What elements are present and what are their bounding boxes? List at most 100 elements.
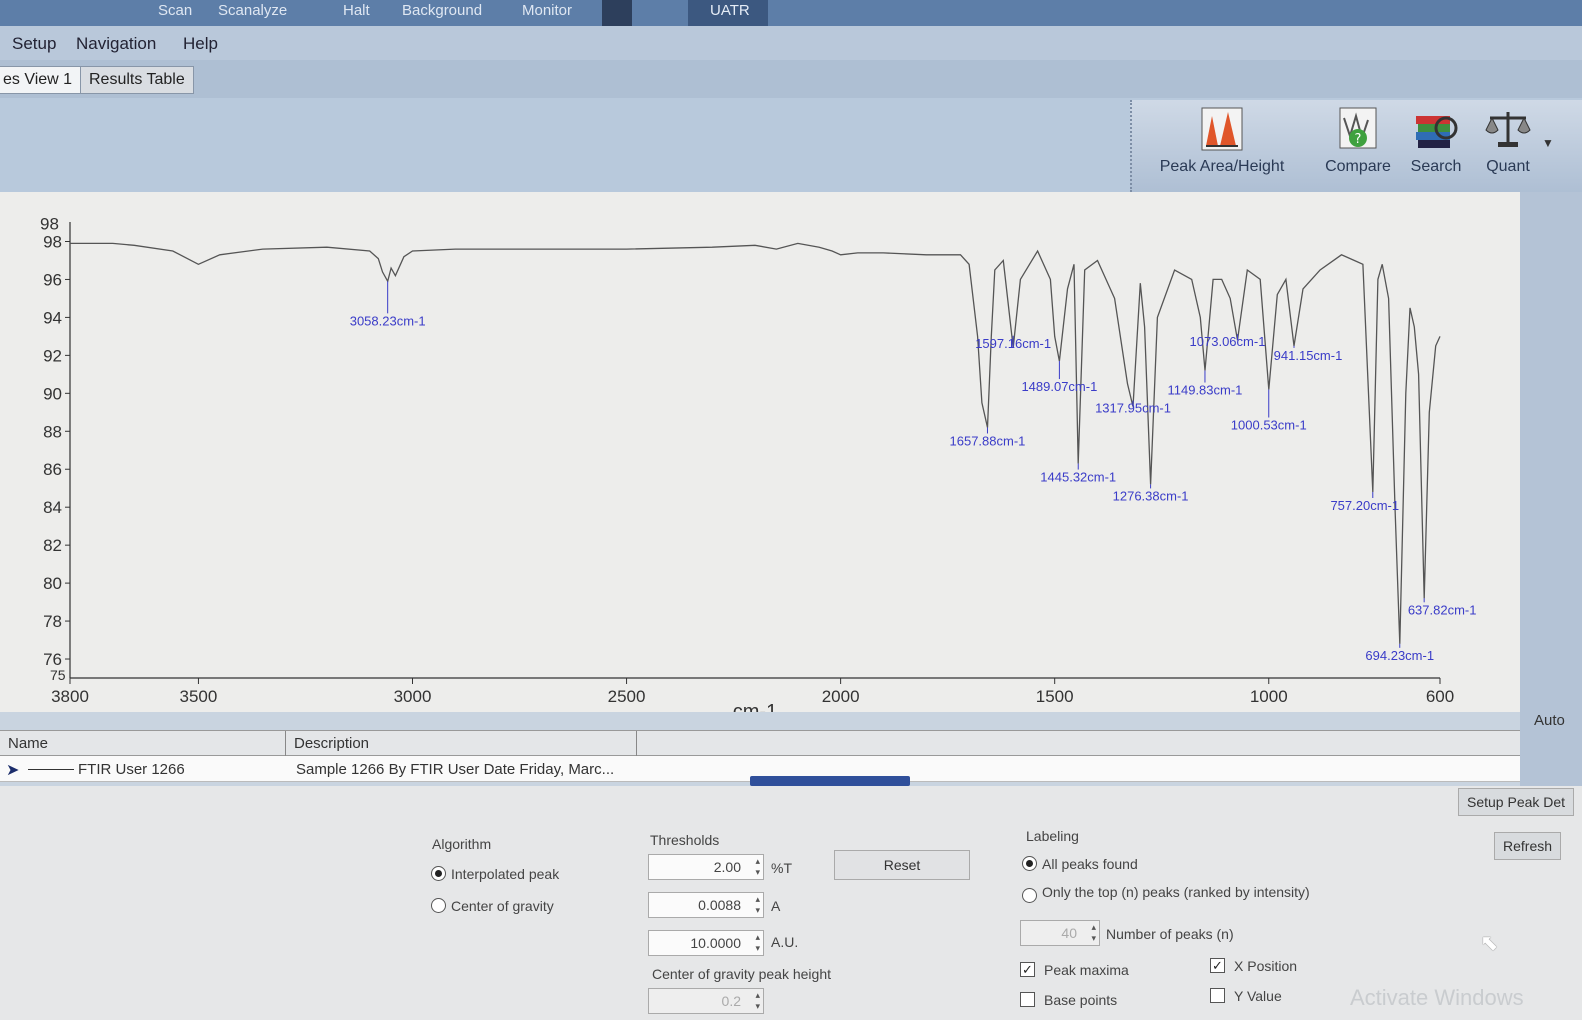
column-description[interactable]: Description — [294, 735, 369, 752]
peak-area-icon — [1201, 107, 1243, 151]
menu-bar: Setup Navigation Help — [0, 26, 1582, 60]
y-tick-label: 80 — [43, 574, 62, 593]
accessory-label: UATR — [710, 2, 750, 19]
peak-label: 1073.06cm-1 — [1190, 334, 1266, 349]
row-pointer-icon: ➤ — [6, 762, 20, 779]
compare-label: Compare — [1325, 158, 1391, 175]
num-peaks-label: Number of peaks (n) — [1106, 926, 1234, 942]
peak-label: 1276.38cm-1 — [1113, 488, 1189, 503]
x-tick-label: 3500 — [180, 687, 218, 706]
radio-center-of-gravity[interactable] — [431, 898, 446, 913]
peak-label: 637.82cm-1 — [1408, 602, 1477, 617]
x-tick-label: 3800 — [51, 687, 89, 706]
quant-button[interactable]: Quant — [1478, 106, 1538, 176]
peak-label: 941.15cm-1 — [1274, 348, 1343, 363]
peak-label: 1489.07cm-1 — [1021, 379, 1097, 394]
tool-panel: Peak Area/Height ? Compare Search Quant — [1130, 100, 1582, 192]
checkbox-y-value[interactable] — [1210, 988, 1225, 1003]
scanalyze-button[interactable]: Scanalyze — [218, 2, 287, 19]
chevron-down-icon[interactable]: ▼ — [1542, 136, 1554, 150]
threshold-a-input[interactable]: 0.0088 — [648, 892, 764, 918]
x-tick-label: 600 — [1426, 687, 1454, 706]
radio-interpolated-peak[interactable] — [431, 866, 446, 881]
checkbox-x-position[interactable]: ✓ — [1210, 958, 1225, 973]
tab-spectra-view[interactable]: es View 1 — [0, 66, 82, 94]
radio-all-peaks[interactable] — [1022, 856, 1037, 871]
reset-button[interactable]: Reset — [834, 850, 970, 880]
thresholds-title: Thresholds — [650, 832, 720, 848]
search-books-icon — [1416, 116, 1458, 148]
background-button[interactable]: Background — [402, 2, 482, 19]
peak-settings-panel: Algorithm Interpolated peak Center of gr… — [0, 786, 1582, 1020]
threshold-a-unit: A — [771, 898, 781, 914]
menu-navigation[interactable]: Navigation — [76, 34, 156, 54]
y-tick-label: 98 — [43, 232, 62, 251]
spectrum-svg[interactable]: 98969492908886848280787698753800 3500 3000… — [0, 192, 1520, 712]
peak-label: 757.20cm-1 — [1330, 498, 1399, 513]
column-name[interactable]: Name — [8, 735, 48, 752]
peak-label: 1317.95cm-1 — [1095, 401, 1171, 416]
panel-splitter[interactable] — [750, 776, 910, 786]
accessory-selector[interactable]: UATR — [688, 0, 768, 26]
legend-line — [28, 769, 74, 770]
menu-help[interactable]: Help — [183, 34, 218, 54]
x-tick-label: 1000 — [1250, 687, 1288, 706]
activate-windows-watermark: Activate Windows — [1350, 985, 1524, 1010]
spectrum-line — [70, 242, 1441, 644]
all-peaks-label: All peaks found — [1042, 856, 1138, 872]
num-peaks-input[interactable]: 40 — [1020, 920, 1100, 946]
tab-results-table[interactable]: Results Table — [80, 66, 194, 94]
peak-area-height-button[interactable]: Peak Area/Height — [1152, 106, 1292, 176]
row-name: FTIR User 1266 — [78, 761, 185, 778]
menu-setup[interactable]: Setup — [12, 34, 56, 54]
spectrum-chart: 98 96 94 92 90 88 86 84 82 80 78 76 98 75 3800 3500 3000… — [0, 192, 1560, 712]
results-grid-header: Name Description — [0, 730, 1520, 757]
threshold-t-input[interactable]: 2.00 — [648, 854, 764, 880]
y-tick-label: 96 — [43, 270, 62, 289]
mouse-cursor-icon: ⬉ — [1480, 930, 1499, 955]
compare-button[interactable]: ? Compare — [1318, 106, 1398, 176]
peak-label: 1657.88cm-1 — [950, 433, 1026, 448]
refresh-button[interactable]: Refresh — [1494, 832, 1562, 860]
peak-maxima-label: Peak maxima — [1044, 962, 1129, 978]
peak-label: 3058.23cm-1 — [350, 313, 426, 328]
threshold-au-input[interactable]: 10.0000 — [648, 930, 764, 956]
y-tick-label: 86 — [43, 460, 62, 479]
top-ribbon: Scan Scanalyze Halt Background Monitor U… — [0, 0, 1582, 26]
checkbox-base-points[interactable] — [1020, 992, 1035, 1007]
cog-peak-height-input[interactable]: 0.2 — [648, 988, 764, 1014]
x-tick-label: 2000 — [822, 687, 860, 706]
peak-area-height-label: Peak Area/Height — [1159, 158, 1285, 175]
column-separator — [636, 731, 637, 757]
x-tick-label: 1500 — [1036, 687, 1074, 706]
auto-label[interactable]: Auto — [1534, 712, 1565, 729]
center-of-gravity-label: Center of gravity — [451, 898, 554, 914]
peak-label: 1445.32cm-1 — [1040, 470, 1116, 485]
x-position-label: X Position — [1234, 958, 1298, 974]
monitor-button[interactable]: Monitor — [522, 2, 572, 19]
algorithm-title: Algorithm — [432, 836, 492, 852]
threshold-au-unit: A.U. — [771, 934, 799, 950]
column-separator — [285, 731, 286, 757]
dropdown-arrow-icon[interactable] — [602, 0, 632, 26]
halt-button[interactable]: Halt — [343, 2, 370, 19]
peak-label: 694.23cm-1 — [1365, 648, 1434, 663]
peak-label: 1597.16cm-1 — [975, 336, 1051, 351]
peak-label: 1000.53cm-1 — [1231, 418, 1307, 433]
scan-button[interactable]: Scan — [158, 2, 192, 19]
y-tick-label: 78 — [43, 612, 62, 631]
right-side-strip: Auto — [1520, 192, 1582, 792]
y-tick-label: 90 — [43, 384, 62, 403]
y-tick-label: 94 — [43, 308, 62, 327]
peak-label: 1149.83cm-1 — [1167, 383, 1242, 398]
y-tick-label: 82 — [43, 536, 62, 555]
search-button[interactable]: Search — [1406, 106, 1466, 176]
quant-label: Quant — [1486, 158, 1530, 175]
labeling-title: Labeling — [1026, 828, 1079, 844]
top-n-peaks-label: Only the top (n) peaks (ranked by intens… — [1042, 884, 1310, 900]
setup-peak-detection-button[interactable]: Setup Peak Det — [1458, 788, 1575, 816]
cog-peak-height-label: Center of gravity peak height — [652, 966, 831, 982]
x-tick-label: 2500 — [608, 687, 646, 706]
radio-top-n-peaks[interactable] — [1022, 888, 1037, 903]
checkbox-peak-maxima[interactable]: ✓ — [1020, 962, 1035, 977]
